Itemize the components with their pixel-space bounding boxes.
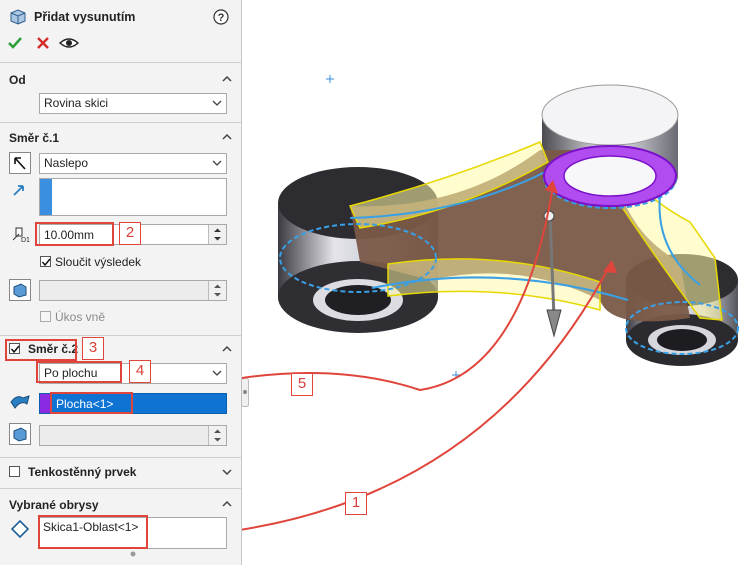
- help-icon[interactable]: ?: [213, 9, 229, 25]
- callout-box-end-condition: [36, 361, 122, 383]
- depth-spinner[interactable]: [208, 225, 226, 244]
- checkmark-icon: [41, 258, 51, 267]
- thin-feature-checkbox[interactable]: [9, 466, 20, 477]
- chevron-down-icon: [212, 160, 222, 166]
- callout-box-depth: [35, 222, 114, 246]
- property-manager-panel: Přidat vysunutím ? Od Rovina skici Směr …: [0, 0, 242, 565]
- direction2-draft-spinner[interactable]: [208, 426, 226, 445]
- panel-title: Přidat vysunutím: [34, 10, 136, 24]
- section-header-from: Od: [9, 73, 26, 87]
- spinner-arrows-icon: [214, 228, 221, 241]
- section-header-selected-contours: Vybrané obrysy: [9, 498, 99, 512]
- spinner-arrows-icon: [214, 284, 221, 297]
- origin-marker: [326, 75, 334, 83]
- direction-vector-icon: [13, 185, 24, 196]
- draft-outward-checkbox[interactable]: [40, 311, 51, 322]
- contour-icon: [10, 519, 30, 539]
- callout-number-2: 2: [119, 222, 141, 245]
- chevron-down-icon: [212, 100, 222, 106]
- callout-box-direction2: [5, 339, 77, 361]
- depth-dimension-icon: D1: [12, 227, 30, 244]
- direction2-draft-input[interactable]: [39, 425, 227, 446]
- draft-spinner[interactable]: [208, 281, 226, 300]
- callout-box-contours: [38, 515, 148, 549]
- draft-icon[interactable]: [9, 423, 31, 445]
- svg-text:D1: D1: [21, 237, 30, 244]
- eye-icon[interactable]: [59, 35, 79, 51]
- extrude-feature-icon: [10, 9, 26, 25]
- draft-outward-label: Úkos vně: [55, 310, 106, 324]
- section-header-thin-feature: Tenkostěnný prvek: [28, 465, 137, 479]
- merge-result-label: Sloučit výsledek: [55, 255, 142, 269]
- chevron-up-icon[interactable]: [221, 498, 233, 510]
- graphics-viewport[interactable]: [242, 0, 750, 565]
- chevron-up-icon[interactable]: [221, 131, 233, 143]
- close-icon[interactable]: [35, 35, 51, 51]
- face-selection-icon: [10, 395, 30, 409]
- svg-text:?: ?: [218, 12, 225, 24]
- chevron-up-icon[interactable]: [221, 73, 233, 85]
- callout-number-3: 3: [82, 337, 104, 360]
- callout-box-face: [50, 392, 133, 414]
- from-dropdown[interactable]: Rovina skici: [39, 93, 227, 114]
- callout-number-5: 5: [291, 373, 313, 396]
- resize-handle-icon[interactable]: [129, 550, 137, 558]
- direction1-end-condition-dropdown[interactable]: Naslepo: [39, 153, 227, 174]
- callout-number-1: 1: [345, 492, 367, 515]
- chevron-up-icon[interactable]: [221, 343, 233, 355]
- chevron-down-icon: [212, 370, 222, 376]
- chevron-down-icon[interactable]: [221, 466, 233, 478]
- draft-icon[interactable]: [9, 279, 31, 301]
- direction1-end-condition-value: Naslepo: [44, 156, 89, 170]
- from-dropdown-value: Rovina skici: [44, 96, 109, 110]
- selected-face-highlight: [543, 145, 677, 207]
- check-icon[interactable]: [7, 35, 23, 51]
- spinner-arrows-icon: [214, 429, 221, 442]
- direction-vector-field[interactable]: [39, 178, 227, 216]
- merge-result-checkbox[interactable]: [40, 256, 51, 267]
- callout-number-4: 4: [129, 360, 151, 383]
- section-header-direction1: Směr č.1: [9, 131, 60, 145]
- reverse-direction-icon[interactable]: [9, 152, 31, 174]
- draft-angle-input[interactable]: [39, 280, 227, 301]
